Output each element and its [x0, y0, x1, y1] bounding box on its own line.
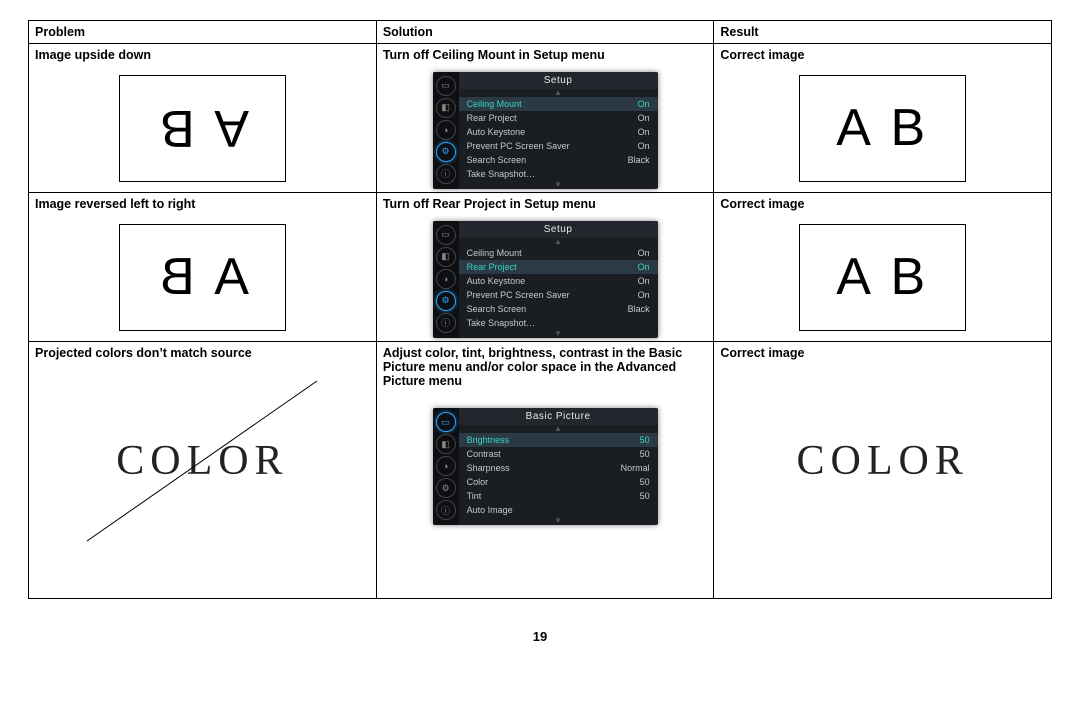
- page-number: 19: [28, 629, 1052, 644]
- osd-row: Color50: [459, 475, 658, 489]
- gear-icon: ⚙: [436, 142, 456, 162]
- header-problem: Problem: [29, 21, 377, 44]
- osd-row: Auto KeystoneOn: [459, 274, 658, 288]
- osd-row: SharpnessNormal: [459, 461, 658, 475]
- problem-label: Projected colors don’t match source: [35, 346, 370, 360]
- correct-image-icon: A B: [799, 75, 966, 182]
- osd-title: Setup: [459, 72, 658, 89]
- osd-row: Ceiling MountOn: [459, 246, 658, 260]
- osd-row: Tint50: [459, 489, 658, 503]
- osd-side-icons: ▭ ◧ ◑ ⚙ ⓘ: [433, 408, 459, 525]
- advanced-icon: ◑: [436, 120, 456, 140]
- correct-image-icon: A B: [799, 224, 966, 331]
- troubleshooting-table: Problem Solution Result Image upside dow…: [28, 20, 1052, 599]
- picture-icon: ◧: [436, 247, 456, 267]
- result-label: Correct image: [720, 197, 1045, 211]
- table-row: Image upside down A B Turn off Ceiling M…: [29, 44, 1052, 193]
- advanced-icon: ◑: [436, 456, 456, 476]
- wrong-color-icon: COLOR: [67, 371, 337, 551]
- setup-menu-screenshot: ▭ ◧ ◑ ⚙ ⓘ Setup ▲ Ceiling MountOn Rear P…: [433, 221, 658, 338]
- osd-side-icons: ▭ ◧ ◑ ⚙ ⓘ: [433, 72, 459, 189]
- info-icon: ⓘ: [436, 500, 456, 520]
- osd-row: Take Snapshot…: [459, 316, 658, 330]
- osd-row: Search ScreenBlack: [459, 153, 658, 167]
- monitor-icon: ▭: [436, 412, 456, 432]
- gear-icon: ⚙: [436, 291, 456, 311]
- correct-color-icon: COLOR: [748, 371, 1018, 551]
- osd-row: Rear ProjectOn: [459, 260, 658, 274]
- osd-title: Basic Picture: [459, 408, 658, 425]
- picture-icon: ◧: [436, 98, 456, 118]
- result-label: Correct image: [720, 346, 1045, 360]
- solution-label: Turn off Ceiling Mount in Setup menu: [383, 48, 708, 62]
- setup-menu-screenshot: ▭ ◧ ◑ ⚙ ⓘ Setup ▲ Ceiling MountOn Rear P…: [433, 72, 658, 189]
- osd-row: Auto Image: [459, 503, 658, 517]
- problem-label: Image upside down: [35, 48, 370, 62]
- info-icon: ⓘ: [436, 164, 456, 184]
- header-solution: Solution: [376, 21, 714, 44]
- solution-label: Turn off Rear Project in Setup menu: [383, 197, 708, 211]
- result-label: Correct image: [720, 48, 1045, 62]
- osd-title: Setup: [459, 221, 658, 238]
- upside-down-image-icon: A B: [119, 75, 286, 182]
- solution-label: Adjust color, tint, brightness, contrast…: [383, 346, 708, 388]
- osd-row: Take Snapshot…: [459, 167, 658, 181]
- header-result: Result: [714, 21, 1052, 44]
- basic-picture-menu-screenshot: ▭ ◧ ◑ ⚙ ⓘ Basic Picture ▲ Brightness50 C…: [433, 408, 658, 525]
- gear-icon: ⚙: [436, 478, 456, 498]
- problem-label: Image reversed left to right: [35, 197, 370, 211]
- osd-row: Brightness50: [459, 433, 658, 447]
- osd-row: Prevent PC Screen SaverOn: [459, 288, 658, 302]
- mirrored-image-icon: A B: [119, 224, 286, 331]
- advanced-icon: ◑: [436, 269, 456, 289]
- picture-icon: ◧: [436, 434, 456, 454]
- info-icon: ⓘ: [436, 313, 456, 333]
- table-row: Projected colors don’t match source COLO…: [29, 342, 1052, 599]
- osd-side-icons: ▭ ◧ ◑ ⚙ ⓘ: [433, 221, 459, 338]
- osd-row: Auto KeystoneOn: [459, 125, 658, 139]
- osd-row: Search ScreenBlack: [459, 302, 658, 316]
- table-row: Image reversed left to right A B Turn of…: [29, 193, 1052, 342]
- osd-row: Rear ProjectOn: [459, 111, 658, 125]
- monitor-icon: ▭: [436, 225, 456, 245]
- monitor-icon: ▭: [436, 76, 456, 96]
- osd-row: Ceiling MountOn: [459, 97, 658, 111]
- osd-row: Prevent PC Screen SaverOn: [459, 139, 658, 153]
- osd-row: Contrast50: [459, 447, 658, 461]
